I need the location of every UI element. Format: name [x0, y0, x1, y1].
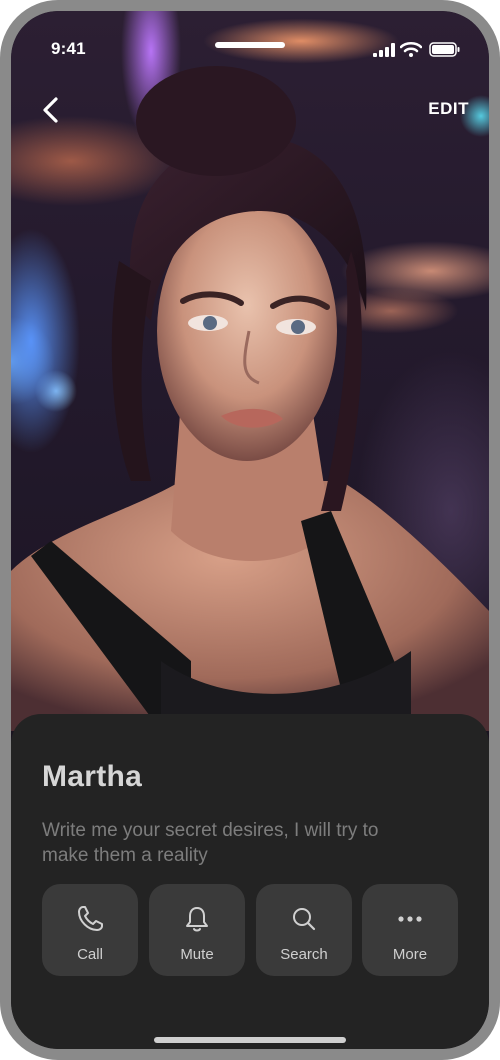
profile-bio: Write me your secret desires, I will try… — [42, 820, 379, 866]
bell-icon — [186, 907, 208, 932]
more-button[interactable]: More — [362, 884, 458, 976]
phone-frame: 9:41 EDIT Martha Write me your secret de… — [0, 0, 500, 1060]
screen: 9:41 EDIT Martha Write me your secret de… — [11, 11, 489, 1049]
mute-button[interactable]: Mute — [149, 884, 245, 976]
mute-label: Mute — [180, 946, 214, 963]
profile-sheet: Martha Write me your secret desires, I w… — [11, 714, 489, 1049]
call-label: Call — [77, 946, 103, 963]
status-bar: 9:41 — [11, 11, 489, 91]
profile-photo — [11, 11, 489, 731]
battery-icon — [429, 42, 460, 57]
dynamic-island — [215, 42, 285, 48]
search-button[interactable]: Search — [256, 884, 352, 976]
search-icon — [293, 908, 316, 931]
edit-button[interactable]: EDIT — [428, 99, 469, 119]
action-row: Call Mute Search More — [42, 884, 458, 976]
search-label: Search — [280, 946, 328, 963]
home-indicator — [154, 1037, 346, 1043]
status-time: 9:41 — [51, 39, 86, 58]
phone-icon — [78, 906, 103, 931]
wifi-icon — [400, 41, 422, 57]
call-button[interactable]: Call — [42, 884, 138, 976]
more-label: More — [392, 946, 428, 963]
portrait-illustration — [11, 66, 489, 731]
back-chevron-icon[interactable] — [37, 95, 67, 125]
signal-icon — [373, 43, 395, 57]
profile-name: Martha — [42, 760, 143, 793]
more-dots-icon — [398, 916, 422, 922]
